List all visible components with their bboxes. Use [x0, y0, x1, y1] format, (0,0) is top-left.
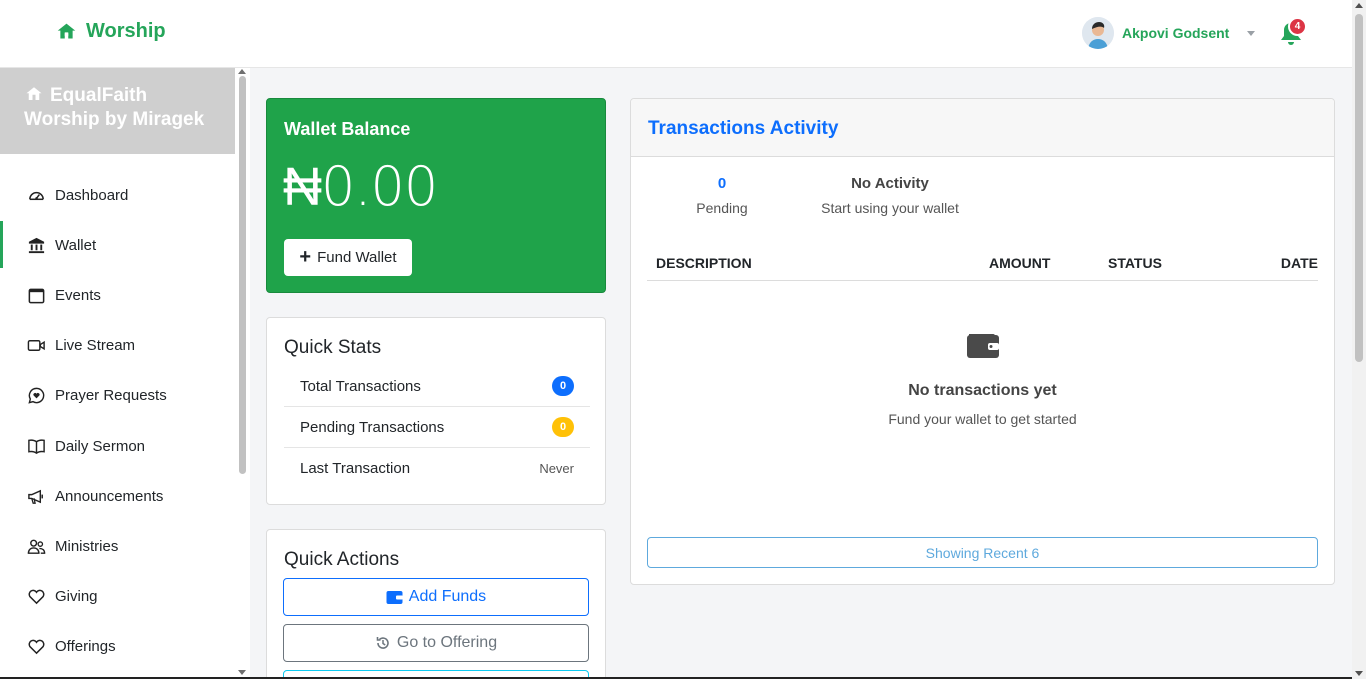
wallet-balance-amount: ₦0.00 — [283, 155, 438, 218]
stat-row-pending-transactions: Pending Transactions 0 — [284, 407, 590, 448]
empty-state-subtitle: Fund your wallet to get started — [888, 411, 1077, 427]
transactions-title: Transactions Activity — [648, 118, 839, 139]
fund-wallet-label: Fund Wallet — [317, 249, 397, 266]
sidebar-item-giving[interactable]: Giving — [0, 572, 235, 622]
wallet-icon — [386, 590, 403, 604]
sidebar-item-label: Prayer Requests — [55, 387, 167, 405]
transactions-activity-card: Transactions Activity 0 Pending No Activ… — [630, 98, 1335, 585]
top-navbar: Worship Akpovi Godsent 4 — [0, 0, 1352, 68]
user-menu[interactable]: Akpovi Godsent — [1082, 17, 1256, 49]
quick-actions-title: Quick Actions — [284, 549, 400, 570]
org-name-line1: EqualFaith — [50, 85, 148, 106]
total-transactions-badge: 0 — [552, 376, 574, 396]
fund-wallet-button[interactable]: + Fund Wallet — [284, 239, 412, 276]
sidebar-item-announcements[interactable]: Announcements — [0, 471, 235, 521]
wallet-balance-title: Wallet Balance — [284, 119, 411, 139]
sidebar-item-wallet[interactable]: Wallet — [0, 220, 235, 270]
wallet-icon — [966, 334, 999, 358]
transactions-card-header: Transactions Activity — [631, 99, 1334, 157]
sidebar-nav: Dashboard Wallet Events Live Stream Pray… — [0, 170, 235, 672]
plus-icon: + — [299, 245, 312, 268]
brand-logo[interactable]: Worship — [56, 20, 166, 43]
sidebar-item-offerings[interactable]: Offerings — [0, 622, 235, 672]
sidebar-item-label: Offerings — [55, 638, 116, 656]
sidebar-item-label: Live Stream — [55, 337, 136, 355]
video-camera-icon — [26, 336, 46, 356]
activity-status: No Activity — [851, 175, 929, 192]
quick-stats-title: Quick Stats — [284, 337, 382, 358]
go-to-offering-button[interactable]: Go to Offering — [283, 624, 589, 662]
stat-label: Last Transaction — [300, 460, 411, 477]
quick-stats-card: Quick Stats Total Transactions 0 Pending… — [266, 317, 606, 505]
quick-actions-card: Quick Actions Add Funds Go to Offering — [266, 529, 606, 679]
sidebar-scrollbar-thumb[interactable] — [239, 76, 246, 474]
column-header-amount: AMOUNT — [989, 255, 1051, 271]
page-scrollbar[interactable] — [1352, 0, 1366, 679]
notification-badge: 4 — [1288, 17, 1307, 36]
stat-label: Total Transactions — [300, 377, 421, 395]
sidebar-item-label: Announcements — [55, 487, 164, 505]
pending-label: Pending — [696, 200, 748, 216]
activity-hint: Start using your wallet — [821, 200, 959, 216]
brand-name: Worship — [86, 20, 166, 42]
history-icon — [376, 637, 389, 649]
avatar — [1082, 17, 1114, 49]
heart-icon — [26, 587, 46, 607]
add-funds-label: Add Funds — [408, 588, 487, 605]
empty-state-title: No transactions yet — [908, 382, 1057, 399]
showing-recent-button[interactable]: Showing Recent 6 — [647, 537, 1318, 568]
sidebar-item-dashboard[interactable]: Dashboard — [0, 170, 235, 220]
sidebar-item-label: Wallet — [55, 236, 97, 254]
scroll-down-arrow-icon[interactable] — [1355, 671, 1363, 676]
sidebar-item-label: Daily Sermon — [55, 437, 146, 455]
home-icon — [57, 23, 76, 39]
pending-summary: 0 Pending — [677, 175, 767, 216]
home-icon — [26, 87, 42, 100]
sidebar-item-events[interactable]: Events — [0, 270, 235, 320]
user-name: Akpovi Godsent — [1122, 25, 1230, 41]
sidebar: EqualFaith Worship by Miragek Dashboard … — [0, 68, 250, 679]
scroll-down-arrow-icon[interactable] — [238, 670, 246, 675]
sidebar-item-label: Ministries — [55, 537, 119, 555]
sidebar-item-ministries[interactable]: Ministries — [0, 521, 235, 571]
sidebar-scrollbar[interactable] — [235, 68, 250, 679]
sidebar-item-daily-sermon[interactable]: Daily Sermon — [0, 421, 235, 471]
sidebar-org-header: EqualFaith Worship by Miragek — [0, 68, 235, 154]
activity-summary: No Activity Start using your wallet — [810, 175, 970, 216]
column-header-status: STATUS — [1108, 255, 1162, 271]
column-header-date: DATE — [1280, 255, 1318, 271]
scroll-up-arrow-icon[interactable] — [238, 69, 246, 74]
people-icon — [26, 536, 46, 556]
dashboard-gauge-icon — [26, 185, 46, 205]
bank-icon — [26, 235, 46, 255]
scroll-up-arrow-icon[interactable] — [1355, 3, 1363, 8]
empty-state: No transactions yet Fund your wallet to … — [631, 329, 1334, 427]
column-header-description: DESCRIPTION — [656, 255, 752, 271]
pending-count: 0 — [717, 175, 727, 192]
go-to-offering-label: Go to Offering — [396, 634, 498, 651]
heart-icon — [26, 637, 46, 657]
stat-row-total-transactions: Total Transactions 0 — [284, 366, 590, 407]
stat-row-last-transaction: Last Transaction Never — [284, 448, 590, 489]
org-name-line2: Worship by Miragek — [24, 109, 205, 130]
sidebar-item-label: Giving — [55, 588, 98, 606]
sidebar-item-prayer-requests[interactable]: Prayer Requests — [0, 371, 235, 421]
add-funds-button[interactable]: Add Funds — [283, 578, 589, 616]
open-book-icon — [26, 436, 46, 456]
stat-label: Pending Transactions — [300, 418, 445, 436]
sidebar-item-live-stream[interactable]: Live Stream — [0, 321, 235, 371]
megaphone-icon — [26, 486, 46, 506]
chat-heart-icon — [26, 386, 46, 406]
sidebar-item-label: Events — [55, 286, 101, 304]
calendar-icon — [26, 285, 46, 305]
scrollbar-thumb[interactable] — [1355, 14, 1363, 362]
last-transaction-value: Never — [539, 461, 574, 476]
pending-transactions-badge: 0 — [552, 417, 574, 437]
wallet-balance-card: Wallet Balance ₦0.00 + Fund Wallet — [266, 98, 606, 293]
sidebar-item-label: Dashboard — [55, 186, 129, 204]
transactions-table-header: DESCRIPTION AMOUNT STATUS DATE — [647, 249, 1318, 281]
chevron-down-icon — [1247, 30, 1256, 36]
